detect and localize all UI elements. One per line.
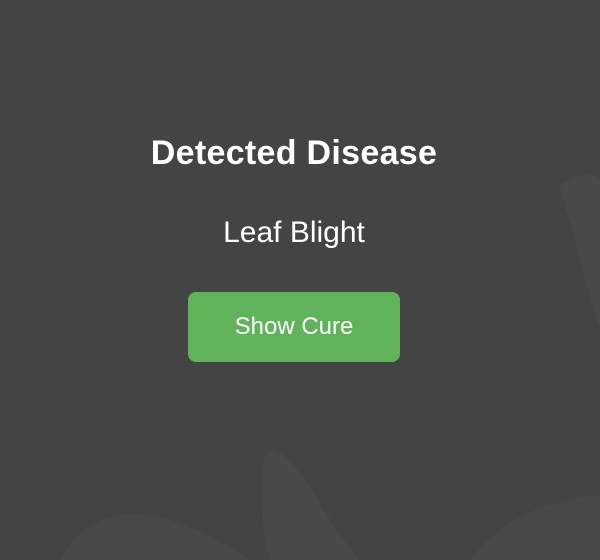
show-cure-button[interactable]: Show Cure: [188, 292, 400, 362]
detected-disease-name: Leaf Blight: [223, 216, 365, 249]
page-title: Detected Disease: [150, 134, 438, 172]
disease-result-panel: Detected Disease Leaf Blight Show Cure: [0, 0, 600, 560]
